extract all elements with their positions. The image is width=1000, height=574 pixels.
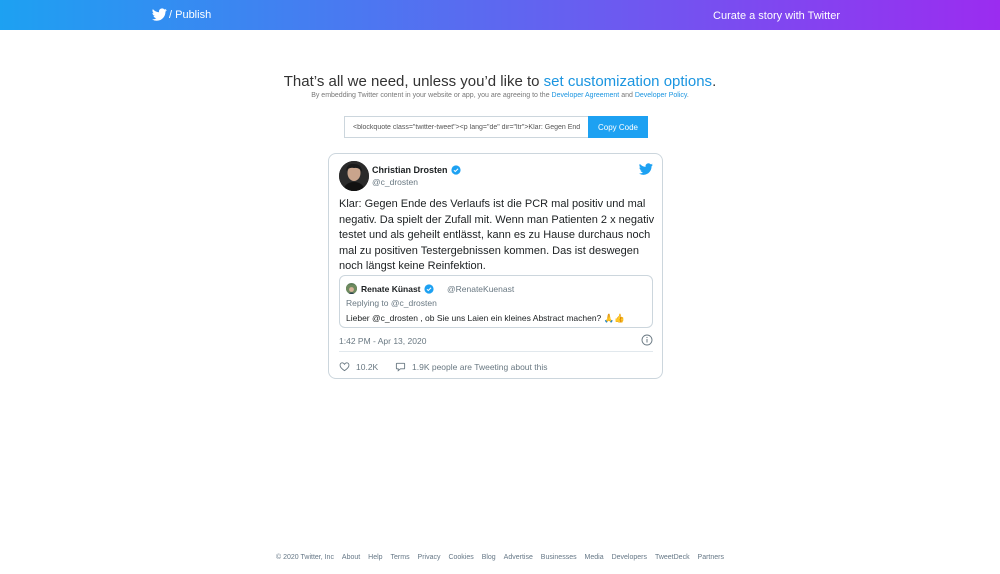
tweet-text: Klar: Gegen Ende des Verlaufs ist die PC… — [339, 198, 655, 272]
copy-code-button[interactable]: Copy Code — [588, 116, 648, 138]
footer-link-media[interactable]: Media — [585, 554, 604, 561]
conversation-action[interactable]: 1.9K people are Tweeting about this — [395, 361, 547, 372]
footer-link-help[interactable]: Help — [368, 554, 382, 561]
footer-link-advertise[interactable]: Advertise — [504, 554, 533, 561]
twitter-bird-icon — [152, 8, 167, 21]
replying-to: Replying to @c_drosten — [346, 298, 437, 308]
publish-brand-link[interactable]: / Publish — [152, 7, 211, 22]
info-icon[interactable] — [641, 334, 653, 346]
author-handle[interactable]: @c_drosten — [372, 177, 418, 187]
top-bar: / Publish Curate a story with Twitter — [0, 0, 1000, 30]
talking-count: 1.9K people are Tweeting about this — [412, 361, 548, 372]
embed-code-input[interactable] — [344, 116, 588, 138]
footer-link-blog[interactable]: Blog — [482, 554, 496, 561]
developer-policy-link[interactable]: Developer Policy — [635, 92, 687, 99]
verified-badge-icon — [423, 284, 434, 294]
headline: That’s all we need, unless you’d like to… — [0, 73, 1000, 90]
tweet-timestamp[interactable]: 1:42 PM - Apr 13, 2020 — [339, 336, 426, 346]
like-action[interactable]: 10.2K — [339, 361, 378, 372]
headline-text: That’s all we need, unless you’d like to — [283, 73, 544, 90]
quoted-author-handle: @RenateKuenast — [447, 284, 515, 294]
legal-notice: By embedding Twitter content in your web… — [0, 92, 1000, 99]
embed-code-box: Copy Code — [344, 116, 648, 138]
headline-suffix: . — [712, 73, 717, 90]
footer-link-developers[interactable]: Developers — [612, 554, 647, 561]
footer-copyright: © 2020 Twitter, Inc — [276, 554, 334, 561]
customization-options-link[interactable]: set customization options — [544, 73, 712, 90]
like-count: 10.2K — [356, 361, 379, 372]
quoted-tweet[interactable]: Renate Künast @RenateKuenast Replying to… — [339, 275, 653, 328]
footer-link-tweetdeck[interactable]: TweetDeck — [655, 554, 690, 561]
quoted-author-name-text: Renate Künast — [361, 284, 421, 294]
footer-link-partners[interactable]: Partners — [698, 554, 724, 561]
divider — [339, 351, 653, 352]
embedded-tweet[interactable]: Christian Drosten @c_drosten Klar: Gegen… — [328, 153, 663, 379]
footer-link-about[interactable]: About — [342, 554, 360, 561]
quoted-tweet-text: Lieber @c_drosten , ob Sie uns Laien ein… — [346, 313, 625, 323]
curate-story-link[interactable]: Curate a story with Twitter — [713, 10, 840, 22]
author-avatar[interactable] — [339, 161, 369, 191]
quoted-author-avatar — [346, 283, 357, 294]
footer: © 2020 Twitter, Inc About Help Terms Pri… — [0, 554, 1000, 561]
developer-agreement-link[interactable]: Developer Agreement — [552, 92, 620, 99]
author-name[interactable]: Christian Drosten — [372, 165, 461, 175]
footer-link-terms[interactable]: Terms — [391, 554, 410, 561]
speech-bubble-icon — [395, 362, 406, 372]
twitter-logo-icon[interactable] — [639, 162, 653, 176]
legal-text: By embedding Twitter content in your web… — [311, 92, 552, 99]
author-name-text: Christian Drosten — [372, 165, 448, 175]
quoted-author-name: Renate Künast — [361, 284, 434, 294]
legal-and: and — [619, 92, 635, 99]
heart-icon — [339, 362, 350, 372]
footer-link-privacy[interactable]: Privacy — [418, 554, 441, 561]
legal-suffix: . — [686, 92, 689, 99]
publish-label: / Publish — [169, 8, 212, 21]
footer-link-businesses[interactable]: Businesses — [541, 554, 577, 561]
footer-link-cookies[interactable]: Cookies — [448, 554, 473, 561]
verified-badge-icon — [450, 165, 461, 175]
